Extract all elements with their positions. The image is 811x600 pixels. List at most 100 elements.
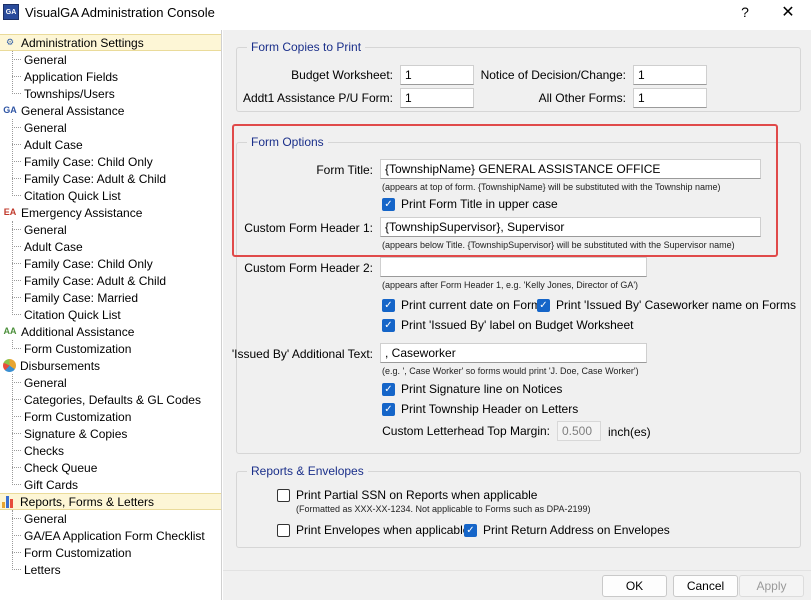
tree-section-0[interactable]: ⚙ Administration Settings [0,34,221,51]
letterhead-margin-input[interactable]: 0.500 [557,421,601,441]
tree-item[interactable]: Checks [24,442,64,459]
checkbox-box[interactable] [277,488,290,502]
tree-item[interactable]: Form Customization [24,408,131,425]
tree-item-label: Signature & Copies [24,426,128,441]
notice-of-decision-label: Notice of Decision/Change: [480,68,626,82]
issued-by-text-input[interactable]: , Caseworker [380,343,647,363]
checkbox-box[interactable]: ✓ [464,523,477,537]
custom-header-1-hint: (appears below Title. {TownshipSuperviso… [382,240,735,250]
print-partial-ssn-checkbox[interactable]: Print Partial SSN on Reports when applic… [277,488,537,502]
tree-item[interactable]: Form Customization [24,544,131,561]
tree-item[interactable]: Townships/Users [24,85,115,102]
tree-item[interactable]: Gift Cards [24,476,78,493]
checkbox-box[interactable]: ✓ [537,298,550,312]
ea-icon: EA [3,207,17,217]
checkbox-box[interactable]: ✓ [382,298,395,312]
tree-connector [12,552,21,553]
tree-item[interactable]: Application Fields [24,68,118,85]
print-issued-by-name-checkbox[interactable]: ✓ Print 'Issued By' Caseworker name on F… [537,298,796,312]
tree-item[interactable]: GA/EA Application Form Checklist [24,527,205,544]
tree-item[interactable]: Check Queue [24,459,97,476]
tree-item-label: General [24,222,67,237]
checkbox-box[interactable]: ✓ [382,402,395,416]
ok-button[interactable]: OK [602,575,667,597]
tree-section-5[interactable]: Reports, Forms & Letters [0,493,221,510]
budget-worksheet-input[interactable]: 1 [400,65,474,85]
tree-connector [12,59,21,60]
tree-item[interactable]: Family Case: Adult & Child [24,272,166,289]
tree-item-label: Family Case: Adult & Child [24,171,167,186]
form-title-hint: (appears at top of form. {TownshipName} … [382,182,721,192]
tree-item[interactable]: General [24,119,67,136]
addtl-assistance-input[interactable]: 1 [400,88,474,108]
custom-header-2-hint: (appears after Form Header 1, e.g. 'Kell… [382,280,639,290]
tree-connector [12,144,21,145]
tree-item[interactable]: Form Customization [24,340,131,357]
tree-item-label: Family Case: Child Only [24,256,153,271]
tree-item[interactable]: Citation Quick List [24,187,121,204]
print-township-header-label: Print Township Header on Letters [401,402,579,416]
close-button[interactable]: ✕ [765,0,811,24]
all-other-forms-input[interactable]: 1 [633,88,707,108]
tree-connector [12,161,21,162]
budget-worksheet-label: Budget Worksheet: [291,68,393,82]
help-button[interactable]: ? [722,0,768,24]
cancel-button[interactable]: Cancel [673,575,738,597]
ga-icon: GA [3,105,17,115]
tree-item[interactable]: General [24,221,67,238]
print-signature-line-label: Print Signature line on Notices [401,382,563,396]
tree-item[interactable]: Signature & Copies [24,425,127,442]
tree-item[interactable]: Categories, Defaults & GL Codes [24,391,201,408]
print-envelopes-label: Print Envelopes when applicable [296,523,470,537]
tree-section-2[interactable]: EA Emergency Assistance [0,204,221,221]
tree-item[interactable]: Adult Case [24,136,83,153]
print-current-date-checkbox[interactable]: ✓ Print current date on Forms [382,298,547,312]
form-title-input[interactable]: {TownshipName} GENERAL ASSISTANCE OFFICE [380,159,761,179]
tree-item[interactable]: Family Case: Married [24,289,138,306]
tree-item[interactable]: Family Case: Child Only [24,255,153,272]
custom-header-1-input[interactable]: {TownshipSupervisor}, Supervisor [380,217,761,237]
tree-connector [12,119,13,196]
bar-chart-icon [2,495,16,508]
tree-item[interactable]: Citation Quick List [24,306,121,323]
print-issued-by-label-label: Print 'Issued By' label on Budget Worksh… [401,318,634,332]
tree-item-label: Adult Case [24,239,83,254]
tree-section-label: Disbursements [20,358,101,373]
tree-connector [12,51,13,94]
print-title-upper-checkbox[interactable]: ✓ Print Form Title in upper case [382,197,558,211]
tree-item[interactable]: Family Case: Child Only [24,153,153,170]
checkbox-box[interactable] [277,523,290,537]
print-return-address-checkbox[interactable]: ✓ Print Return Address on Envelopes [464,523,670,537]
partial-ssn-hint: (Formatted as XXX-XX-1234. Not applicabl… [296,504,591,514]
tree-item[interactable]: General [24,374,67,391]
print-issued-by-label-checkbox[interactable]: ✓ Print 'Issued By' label on Budget Work… [382,318,634,332]
addtl-assistance-label: Addt1 Assistance P/U Form: [242,91,393,105]
tree-item-label: General [24,511,67,526]
tree-section-1[interactable]: GA General Assistance [0,102,221,119]
tree-item[interactable]: General [24,51,67,68]
notice-of-decision-input[interactable]: 1 [633,65,707,85]
window-title: VisualGA Administration Console [25,4,215,20]
print-township-header-checkbox[interactable]: ✓ Print Township Header on Letters [382,402,578,416]
checkbox-box[interactable]: ✓ [382,382,395,396]
custom-header-2-input[interactable] [380,257,647,277]
print-envelopes-checkbox[interactable]: Print Envelopes when applicable [277,523,469,537]
tree-section-label: Additional Assistance [21,324,135,339]
tree-section-3[interactable]: AA Additional Assistance [0,323,221,340]
tree-section-4[interactable]: Disbursements [0,357,221,374]
tree-connector [12,221,13,315]
settings-tree[interactable]: ⚙ Administration Settings General Applicati… [0,30,222,600]
tree-item[interactable]: Letters [24,561,61,578]
apply-button[interactable]: Apply [739,575,804,597]
tree-item[interactable]: Adult Case [24,238,83,255]
tree-connector [12,569,21,570]
print-signature-line-checkbox[interactable]: ✓ Print Signature line on Notices [382,382,562,396]
aa-icon: AA [3,326,17,336]
tree-item[interactable]: General [24,510,67,527]
tree-item[interactable]: Family Case: Adult & Child [24,170,166,187]
visualga-app-icon: GA [3,4,19,20]
tree-item-label: Letters [24,562,61,577]
checkbox-box[interactable]: ✓ [382,197,395,211]
tree-connector [12,416,21,417]
checkbox-box[interactable]: ✓ [382,318,395,332]
